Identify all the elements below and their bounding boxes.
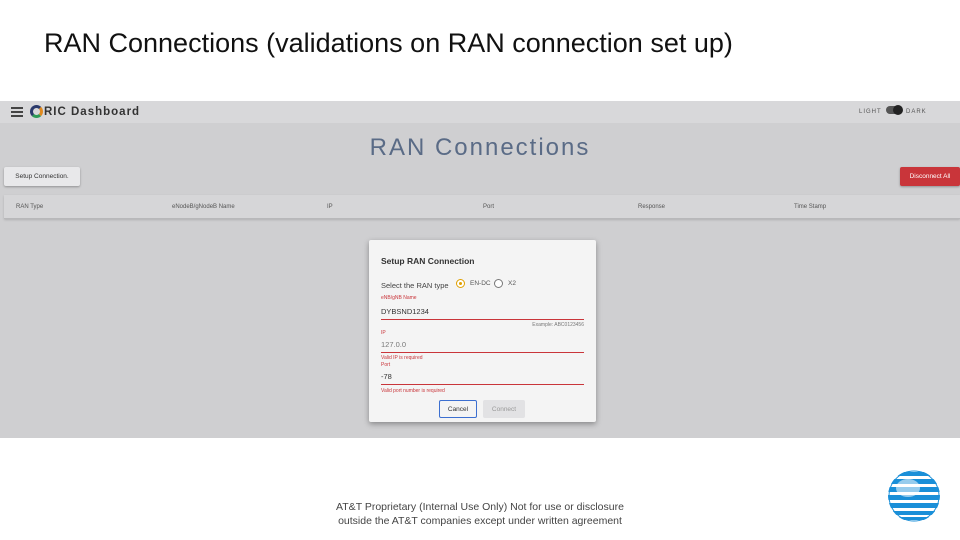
connect-button[interactable]: Connect: [483, 400, 525, 418]
column-header-response[interactable]: Response: [638, 204, 665, 210]
page-title: RAN Connections: [369, 134, 591, 161]
ip-field-underline: [381, 352, 584, 353]
disconnect-all-button[interactable]: Disconnect All: [900, 167, 960, 186]
theme-dark-label: DARK: [906, 109, 927, 115]
name-field-underline: [381, 319, 584, 320]
column-header-ran-type[interactable]: RAN Type: [16, 204, 43, 210]
port-field-label: Port: [381, 362, 391, 368]
radio-endc-label: EN-DC: [470, 280, 491, 287]
theme-toggle[interactable]: [886, 105, 903, 115]
radio-endc[interactable]: [456, 279, 465, 288]
name-field-label: eNB/gNB Name: [381, 295, 417, 301]
port-field[interactable]: -78: [381, 372, 392, 381]
ric-logo-icon: [30, 105, 43, 118]
column-header-port[interactable]: Port: [483, 204, 494, 210]
app-logo-text: RIC Dashboard: [44, 106, 141, 118]
column-header-node-name[interactable]: eNodeB/gNodeB Name: [172, 204, 235, 210]
name-field[interactable]: DYBSND1234: [381, 307, 429, 316]
confidentiality-footer: AT&T Proprietary (Internal Use Only) Not…: [300, 500, 660, 528]
column-header-ip[interactable]: IP: [327, 204, 333, 210]
setup-connection-button[interactable]: Setup Connection.: [4, 167, 80, 186]
footer-line-2: outside the AT&T companies except under …: [338, 515, 622, 527]
menu-icon[interactable]: [11, 107, 23, 117]
name-field-hint: Example: ABC0123456: [532, 322, 584, 328]
column-header-time-stamp[interactable]: Time Stamp: [794, 204, 826, 210]
setup-ran-connection-dialog: Setup RAN Connection Select the RAN type…: [369, 240, 596, 422]
port-field-underline: [381, 384, 584, 385]
dialog-title: Setup RAN Connection: [381, 256, 475, 266]
radio-x2-label: X2: [508, 280, 516, 287]
ip-field-label: IP: [381, 330, 386, 336]
radio-x2[interactable]: [494, 279, 503, 288]
ran-type-label: Select the RAN type: [381, 281, 449, 290]
ip-field[interactable]: 127.0.0: [381, 340, 406, 349]
ip-error-text: Valid IP is required: [381, 355, 423, 361]
app-toolbar: RIC Dashboard LIGHT DARK: [0, 101, 960, 123]
footer-line-1: AT&T Proprietary (Internal Use Only) Not…: [336, 501, 624, 513]
slide-title: RAN Connections (validations on RAN conn…: [44, 28, 733, 58]
att-globe-logo-icon: [888, 470, 940, 522]
dashboard-screenshot: RIC Dashboard LIGHT DARK RAN Connections…: [0, 101, 960, 438]
theme-light-label: LIGHT: [859, 109, 882, 115]
slide: RAN Connections (validations on RAN conn…: [0, 0, 960, 540]
port-error-text: Valid port number is required: [381, 388, 445, 394]
cancel-button[interactable]: Cancel: [439, 400, 477, 418]
connections-table-header: RAN Type eNodeB/gNodeB Name IP Port Resp…: [4, 195, 960, 219]
